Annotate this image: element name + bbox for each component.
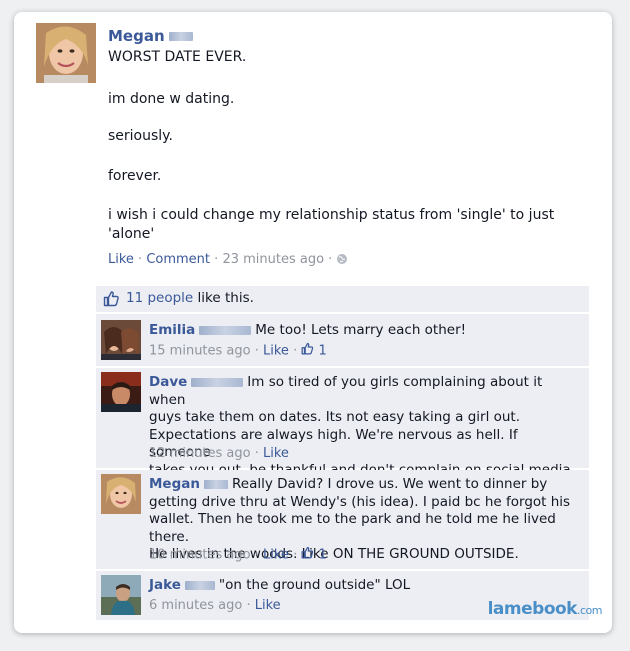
post-text-line: WORST DATE EVER. [108,49,247,65]
comment: Megan Really David? I drove us. We went t… [96,470,589,569]
likes-suffix: like this. [197,290,254,306]
post-actions: Like · Comment · 23 minutes ago · [108,251,348,270]
comment-text: Really David? I drove us. We went to din… [231,476,548,492]
watermark-brand: lamebook [487,599,578,619]
post-text-line: forever. [108,168,162,184]
commenter-name[interactable]: Jake [149,577,181,593]
redacted-surname [184,580,215,590]
post-author[interactable]: Megan [108,27,197,45]
post-author-avatar[interactable] [36,23,96,83]
post-like-link[interactable]: Like [108,252,134,267]
comment-text: getting drive thru at Wendy's (his idea)… [149,493,571,510]
thumbs-up-icon [301,546,314,564]
likes-summary: 11 people like this. [96,286,589,312]
comment-like-link[interactable]: Like [263,446,289,461]
comment-text: wallet. Then he took me to the park and … [149,511,556,545]
lamebook-watermark: lamebook.com [487,599,603,619]
commenter-avatar[interactable] [101,372,141,412]
comment-text: guys take them on dates. Its not easy ta… [149,409,521,426]
comment-timestamp[interactable]: 15 minutes ago [149,344,251,359]
post-text-line: seriously. [108,128,173,144]
commenter-name[interactable]: Emilia [149,322,195,338]
comment-like-count[interactable]: 1 [318,344,326,359]
commenter-avatar[interactable] [101,320,141,360]
globe-icon [336,253,348,270]
commenter-avatar[interactable] [101,474,141,514]
commenter-avatar[interactable] [101,575,141,615]
post-timestamp[interactable]: 23 minutes ago [222,252,324,267]
comment-meta: 12 minutes ago · Like [149,446,289,461]
redacted-surname [191,377,244,387]
commenter-name[interactable]: Megan [149,476,200,492]
comment-text: "on the ground outside" LOL [218,577,411,593]
redacted-surname [203,479,228,489]
comment-timestamp[interactable]: 10 minutes ago [149,548,251,563]
watermark-tld: .com [577,604,603,617]
comment-text: Me too! Lets marry each other! [255,322,467,338]
thumbs-up-icon [103,290,120,311]
comment: Emilia Me too! Lets marry each other! 15 … [96,314,589,366]
comment-like-count[interactable]: 1 [318,548,326,563]
post-text-line: im done w dating. [108,91,235,107]
comment-meta: 10 minutes ago · Like · 1 [149,546,327,564]
comment-meta: 6 minutes ago · Like [149,598,281,613]
redacted-surname [199,325,252,335]
comment-like-link[interactable]: Like [255,598,281,613]
post-comment-link[interactable]: Comment [146,252,210,267]
thumbs-up-icon [301,342,314,360]
comment-timestamp[interactable]: 6 minutes ago [149,598,242,613]
commenter-name[interactable]: Dave [149,374,187,390]
post-text-line: 'alone' [108,226,155,242]
comment-meta: 15 minutes ago · Like · 1 [149,342,327,360]
comment-timestamp[interactable]: 12 minutes ago [149,446,251,461]
comment-like-link[interactable]: Like [263,548,289,563]
post-text-line: i wish i could change my relationship st… [108,207,555,223]
likers-link[interactable]: 11 people [126,290,193,306]
comment-like-link[interactable]: Like [263,344,289,359]
redacted-surname [168,32,193,41]
comment: Dave Im so tired of you girls complaining… [96,368,589,478]
post-author-name[interactable]: Megan [108,27,165,45]
